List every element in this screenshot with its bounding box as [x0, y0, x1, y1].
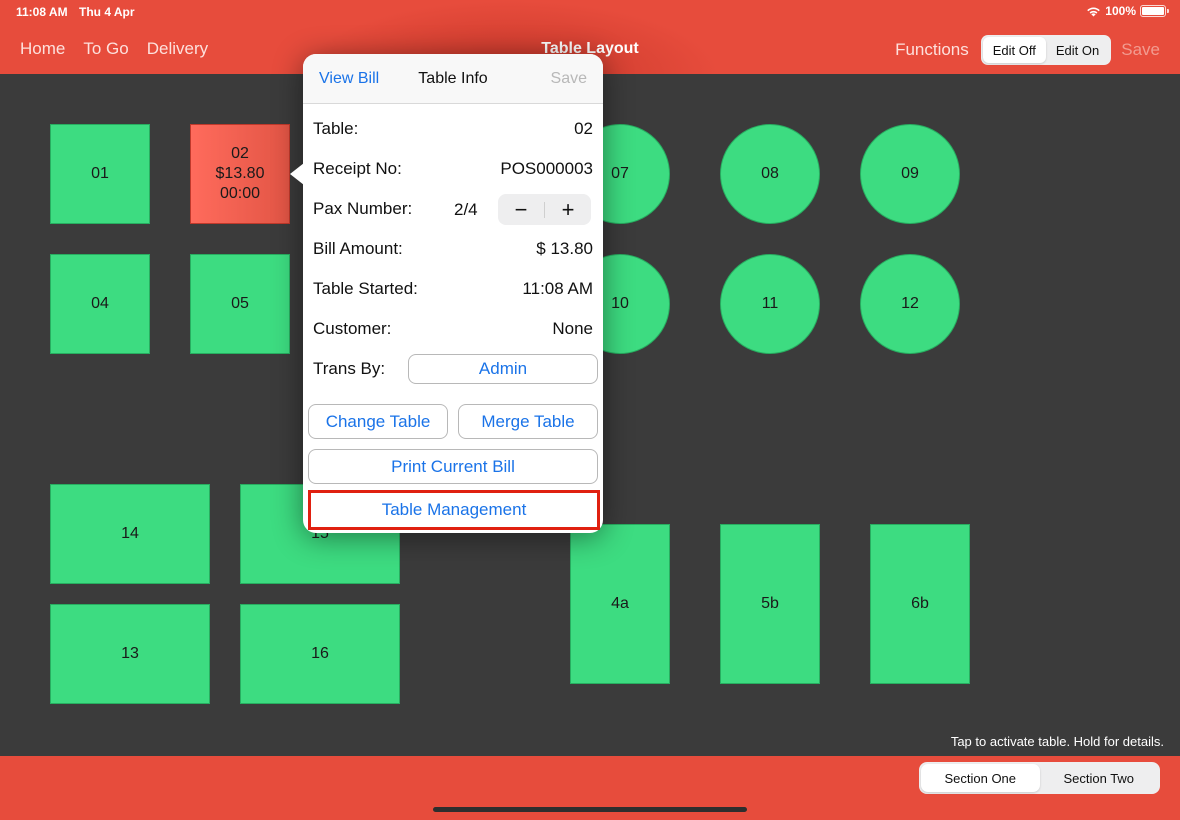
table-field-value: 02: [574, 119, 593, 138]
table-row: Table: 02: [313, 117, 593, 141]
table-08[interactable]: 08: [720, 124, 820, 224]
battery-fill: [1142, 7, 1164, 15]
table-16[interactable]: 16: [240, 604, 400, 704]
receipt-row: Receipt No: POS000003: [313, 157, 593, 181]
started-label: Table Started:: [313, 279, 418, 298]
table-info-popover: View Bill Table Info Save Table: 02 Rece…: [303, 54, 603, 533]
nav-to-go[interactable]: To Go: [83, 39, 128, 59]
table-01[interactable]: 01: [50, 124, 150, 224]
table-02[interactable]: 02 $13.80 00:00: [190, 124, 290, 224]
table-11[interactable]: 11: [720, 254, 820, 354]
table-management-button[interactable]: Table Management: [308, 490, 600, 530]
pax-label: Pax Number:: [313, 199, 413, 218]
edit-toggle: Edit Off Edit On: [980, 35, 1112, 65]
table-elapsed: 00:00: [219, 185, 261, 202]
nav-home[interactable]: Home: [20, 39, 65, 59]
battery-percent: 100%: [1105, 4, 1136, 18]
save-button[interactable]: Save: [1121, 40, 1160, 60]
table-label: 12: [901, 295, 919, 312]
receipt-label: Receipt No:: [313, 159, 402, 178]
table-6b[interactable]: 6b: [870, 524, 970, 684]
section-one-tab[interactable]: Section One: [921, 764, 1040, 792]
status-date: Thu 4 Apr: [79, 5, 135, 19]
table-label: 08: [761, 165, 779, 182]
started-row: Table Started: 11:08 AM: [313, 277, 593, 301]
table-5b[interactable]: 5b: [720, 524, 820, 684]
table-label: 11: [761, 295, 779, 312]
status-time: 11:08 AM: [16, 5, 68, 19]
bill-row: Bill Amount: $ 13.80: [313, 237, 593, 261]
started-value: 11:08 AM: [522, 279, 593, 298]
bottom-bar: Section One Section Two: [0, 756, 1180, 820]
section-toggle: Section One Section Two: [919, 762, 1160, 794]
customer-value: None: [552, 319, 593, 338]
table-14[interactable]: 14: [50, 484, 210, 584]
print-bill-button[interactable]: Print Current Bill: [308, 449, 598, 484]
pax-decrement-button[interactable]: −: [498, 194, 544, 225]
table-04[interactable]: 04: [50, 254, 150, 354]
table-amount: $13.80: [215, 165, 265, 182]
table-label: 04: [91, 295, 109, 312]
section-two-tab[interactable]: Section Two: [1040, 764, 1159, 792]
receipt-value: POS000003: [500, 159, 593, 178]
bill-value: $ 13.80: [536, 239, 593, 258]
table-field-label: Table:: [313, 119, 359, 138]
battery-icon: [1140, 5, 1169, 17]
table-label: 02: [231, 145, 249, 162]
customer-row: Customer: None: [313, 317, 593, 341]
table-label: 14: [121, 525, 139, 542]
table-label: 13: [121, 645, 139, 662]
merge-table-button[interactable]: Merge Table: [458, 404, 598, 439]
table-09[interactable]: 09: [860, 124, 960, 224]
customer-label: Customer:: [313, 319, 392, 338]
table-12[interactable]: 12: [860, 254, 960, 354]
table-label: 10: [611, 295, 629, 312]
table-label: 6b: [911, 595, 929, 612]
table-label: 16: [311, 645, 329, 662]
home-indicator[interactable]: [433, 807, 747, 812]
popover-arrow: [290, 163, 304, 185]
wifi-icon: [1087, 7, 1101, 16]
table-05[interactable]: 05: [190, 254, 290, 354]
trans-by-label: Trans By:: [313, 359, 386, 378]
table-13[interactable]: 13: [50, 604, 210, 704]
change-table-button[interactable]: Change Table: [308, 404, 448, 439]
hint-text: Tap to activate table. Hold for details.: [950, 734, 1164, 749]
table-label: 4a: [611, 595, 629, 612]
popover-save-button[interactable]: Save: [551, 70, 587, 88]
functions-button[interactable]: Functions: [895, 40, 969, 60]
table-label: 07: [611, 165, 629, 182]
pax-increment-button[interactable]: +: [545, 194, 591, 225]
bill-label: Bill Amount:: [313, 239, 403, 258]
pax-stepper: − +: [498, 194, 591, 225]
trans-by-button[interactable]: Admin: [408, 354, 598, 384]
edit-on-option[interactable]: Edit On: [1046, 37, 1109, 63]
table-4a[interactable]: 4a: [570, 524, 670, 684]
table-label: 09: [901, 165, 919, 182]
edit-off-option[interactable]: Edit Off: [982, 37, 1046, 63]
nav-delivery[interactable]: Delivery: [147, 39, 208, 59]
table-label: 5b: [761, 595, 779, 612]
table-label: 05: [231, 295, 249, 312]
pax-value: 2/4: [454, 200, 478, 219]
table-label: 01: [91, 165, 109, 182]
status-indicators: 100%: [1086, 4, 1169, 18]
popover-header: View Bill Table Info Save: [303, 54, 603, 104]
nav-links: Home To Go Delivery: [20, 39, 208, 59]
nav-actions: Functions Edit Off Edit On Save: [895, 35, 1160, 65]
